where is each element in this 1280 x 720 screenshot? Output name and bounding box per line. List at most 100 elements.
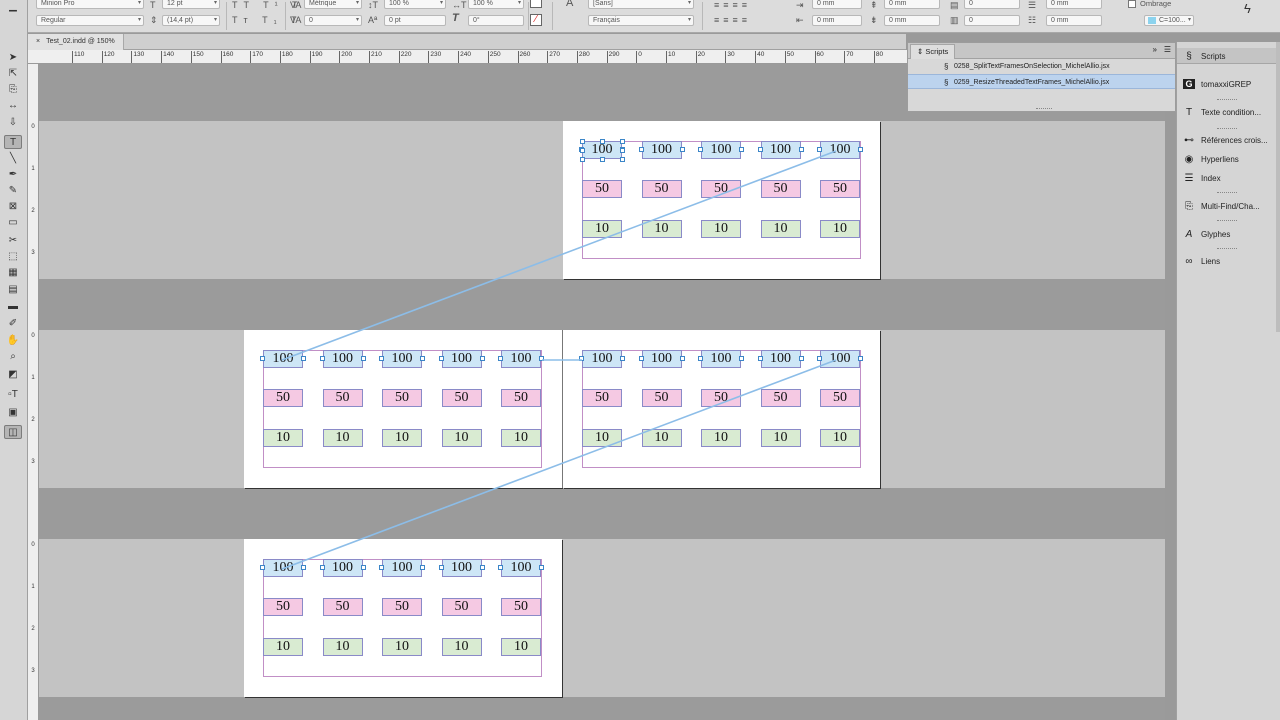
stroke-swatch[interactable]: ⁄ xyxy=(530,14,542,26)
scissors-tool-icon[interactable]: ✂ xyxy=(4,234,22,248)
hyphenate-icon[interactable]: ☷ xyxy=(1028,15,1036,25)
line-tool-icon[interactable]: ╲ xyxy=(4,152,22,166)
ruler-tick-label: 140 xyxy=(163,51,174,58)
space-before-field[interactable]: 0 mm xyxy=(884,0,940,9)
drop-cap-chars-field[interactable]: 0 xyxy=(964,15,1020,26)
gradient-feather-tool-icon[interactable]: ▤ xyxy=(4,283,22,297)
collapse-panel-icon[interactable]: » xyxy=(1153,45,1157,54)
pasteboard[interactable]: 100 100 100 100 100 50 50 50 50 50 10 10 10 10 10 100 10… xyxy=(39,64,1165,720)
ruler-tick-label: 210 xyxy=(371,51,382,58)
panel-conditional-text[interactable]: T Texte condition... xyxy=(1183,107,1279,118)
first-line-indent-field[interactable]: 0 mm xyxy=(812,15,862,26)
vertical-scale-icon: ↕T xyxy=(368,0,378,10)
index-icon: ☰ xyxy=(1184,173,1194,184)
font-size-field[interactable]: 12 pt ▾ xyxy=(162,0,220,9)
shading-color-field[interactable]: C=100... ▾ xyxy=(1144,15,1194,26)
panel-cross-references[interactable]: ⊷ Références crois... xyxy=(1183,135,1279,146)
document-tab[interactable]: × Test_02.indd @ 150% xyxy=(28,34,124,50)
panel-scripts[interactable]: § Scripts xyxy=(1183,51,1279,62)
horizontal-scale-field[interactable]: 100 % ▾ xyxy=(468,0,524,9)
type-tool-icon[interactable]: T xyxy=(4,135,22,149)
character-style-field[interactable]: [Sans] ▾ xyxy=(588,0,694,9)
align-buttons-top[interactable]: ≡≡≡≡ xyxy=(714,0,751,10)
rectangle-tool-icon[interactable]: ▭ xyxy=(4,216,22,230)
horizontal-scale-icon: ↔T xyxy=(452,0,467,10)
gap-tool-icon[interactable]: ↔ xyxy=(4,99,22,113)
ruler-tick-label: 260 xyxy=(519,51,531,58)
shading-checkbox[interactable] xyxy=(1128,0,1136,8)
ruler-tick-label: 170 xyxy=(252,51,264,58)
free-transform-tool-icon[interactable]: ⬚ xyxy=(4,250,22,264)
left-indent-field[interactable]: 0 mm xyxy=(812,0,862,9)
baseline-grid-icon[interactable]: ☰ xyxy=(1028,0,1036,10)
script-file-icon: § xyxy=(944,78,949,87)
ruler-tick-label: 120 xyxy=(103,51,115,58)
shading-label: Ombrage xyxy=(1140,0,1172,8)
panel-glyphs[interactable]: A Glyphes xyxy=(1183,229,1279,240)
ruler-tick-label: 1 xyxy=(31,584,35,590)
zoom-tool-icon[interactable]: ⌕ xyxy=(4,350,22,364)
script-file-icon: § xyxy=(944,62,949,71)
screen-mode-icon[interactable]: ◫ xyxy=(4,425,22,439)
baseline-shift-field[interactable]: 0 pt xyxy=(384,15,446,26)
thread-line-3 xyxy=(281,359,837,570)
docked-panels: § Scripts GtomaxxiGREP T Texte condition..… xyxy=(1176,42,1280,720)
panel-links[interactable]: ∞ Liens xyxy=(1183,256,1279,267)
vertical-ruler[interactable]: 0 1 2 3 0 1 2 3 0 1 2 3 xyxy=(28,64,39,720)
page-tool-icon[interactable]: ⎘ xyxy=(4,83,22,97)
lightning-icon[interactable]: ϟ xyxy=(1244,2,1251,15)
tracking-field[interactable]: 0 ▾ xyxy=(304,15,362,26)
panel-multi-find-change[interactable]: ⎘ Multi-Find/Cha... xyxy=(1183,201,1279,212)
content-collector-icon[interactable]: ⇩ xyxy=(4,116,22,130)
space-after-field[interactable]: 0 mm xyxy=(884,15,940,26)
ruler-tick-label: 10 xyxy=(668,51,676,58)
formatting-affects-icon[interactable]: ▫T xyxy=(4,388,22,402)
drop-cap-lines-field[interactable]: 0 xyxy=(964,0,1020,9)
baseline-shift-icon: Aª xyxy=(368,15,378,25)
panel-tomaxxigrep[interactable]: GtomaxxiGREP xyxy=(1183,79,1279,89)
selection-tool-icon[interactable]: ➤ xyxy=(4,51,22,65)
font-size-icon: T xyxy=(150,0,156,10)
font-family-field[interactable]: Minion Pro ▾ xyxy=(36,0,144,9)
fill-swatch[interactable] xyxy=(530,0,542,8)
resize-grip[interactable] xyxy=(1036,108,1052,109)
kerning-field[interactable]: Métrique ▾ xyxy=(304,0,362,9)
document-title: Test_02.indd @ 150% xyxy=(46,38,115,45)
font-style-field[interactable]: Regular ▾ xyxy=(36,15,144,26)
direct-selection-tool-icon[interactable]: ⇱ xyxy=(4,67,22,81)
ruler-tick-label: 110 xyxy=(74,51,85,58)
language-field[interactable]: Français ▾ xyxy=(588,15,694,26)
skew-field[interactable]: 0° xyxy=(468,15,524,26)
panel-scrollbar[interactable] xyxy=(1276,42,1280,332)
ruler-tick-label: 50 xyxy=(786,51,795,58)
close-icon[interactable]: × xyxy=(36,34,40,50)
links-icon: ∞ xyxy=(1185,256,1193,267)
ruler-tick-label: 220 xyxy=(400,51,412,58)
leading-field[interactable]: (14,4 pt) ▾ xyxy=(162,15,220,26)
ruler-tick-label: 230 xyxy=(430,51,442,58)
gradient-swatch-tool-icon[interactable]: ▦ xyxy=(4,266,22,280)
fill-stroke-icon[interactable]: ◩ xyxy=(4,368,22,382)
align-buttons-bottom[interactable]: ≡≡≡≡ xyxy=(714,15,751,25)
panel-index[interactable]: ☰ Index xyxy=(1183,173,1279,184)
normal-view-icon[interactable]: ▣ xyxy=(4,406,22,420)
vertical-scale-field[interactable]: 100 % ▾ xyxy=(384,0,446,9)
scripts-panel-tab[interactable]: ⇕ Scripts xyxy=(910,44,956,59)
panel-hyperlinks[interactable]: ◉ Hyperliens xyxy=(1183,154,1279,165)
pen-tool-icon[interactable]: ✒ xyxy=(4,168,22,182)
ruler-tick-label: 200 xyxy=(341,51,353,58)
hand-tool-icon[interactable]: ✋ xyxy=(4,334,22,348)
ruler-tick-label: 0 xyxy=(31,124,35,130)
script-item-selected[interactable]: § 0259_ResizeThreadedTextFrames_MichelAll… xyxy=(908,74,1175,89)
eyedropper-tool-icon[interactable]: ✐ xyxy=(4,317,22,331)
script-item[interactable]: § 0258_SplitTextFramesOnSelection_MichelA… xyxy=(908,59,1175,74)
cross-reference-icon: ⊷ xyxy=(1184,135,1194,146)
collapse-icon[interactable]: ⇕ xyxy=(917,47,923,56)
pencil-tool-icon[interactable]: ✎ xyxy=(4,184,22,198)
columns-field[interactable]: 0 mm xyxy=(1046,0,1102,9)
drop-cap-lines-icon: ▤ xyxy=(950,0,959,10)
gutter-field[interactable]: 0 mm xyxy=(1046,15,1102,26)
rectangle-frame-tool-icon[interactable]: ⊠ xyxy=(4,200,22,214)
panel-menu-icon[interactable]: ☰ xyxy=(1164,45,1171,54)
note-tool-icon[interactable]: ▬ xyxy=(4,300,22,314)
